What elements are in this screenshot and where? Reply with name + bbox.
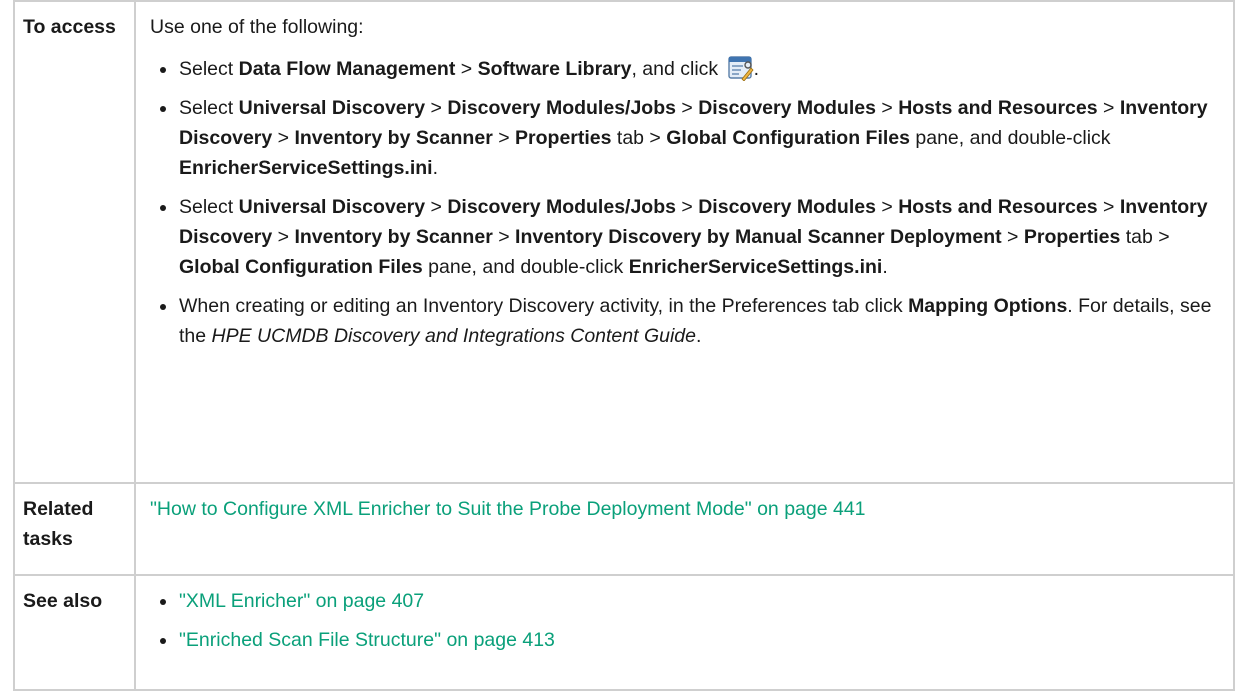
info-table: To access Use one of the following: Sele… (13, 0, 1235, 691)
enriched-scan-file-structure-link[interactable]: "Enriched Scan File Structure" on page 4… (179, 629, 555, 651)
see-also-list: "XML Enricher" on page 407 "Enriched Sca… (150, 586, 1221, 655)
access-item-manual-scanner-deployment: Select Universal Discovery > Discovery M… (158, 192, 1221, 282)
see-also-item: "XML Enricher" on page 407 (158, 586, 1221, 616)
to-access-label: To access (13, 0, 136, 484)
access-list: Select Data Flow Management > Software L… (150, 54, 1221, 351)
see-also-row: See also "XML Enricher" on page 407 "Enr… (13, 574, 1235, 691)
access-item-inventory-by-scanner: Select Universal Discovery > Discovery M… (158, 93, 1221, 183)
access-item-software-library: Select Data Flow Management > Software L… (158, 54, 1221, 84)
to-access-content: Use one of the following: Select Data Fl… (134, 0, 1235, 484)
see-also-content: "XML Enricher" on page 407 "Enriched Sca… (134, 574, 1235, 691)
related-tasks-row: Related tasks "How to Configure XML Enri… (13, 482, 1235, 576)
to-access-row: To access Use one of the following: Sele… (13, 0, 1235, 484)
access-intro: Use one of the following: (150, 16, 364, 38)
related-tasks-content: "How to Configure XML Enricher to Suit t… (134, 482, 1235, 576)
access-item-mapping-options: When creating or editing an Inventory Di… (158, 291, 1221, 351)
configure-xml-enricher-link[interactable]: "How to Configure XML Enricher to Suit t… (150, 498, 866, 520)
xml-enricher-link[interactable]: "XML Enricher" on page 407 (179, 590, 424, 612)
edit-settings-icon[interactable] (727, 55, 754, 82)
see-also-label: See also (13, 574, 136, 691)
see-also-item: "Enriched Scan File Structure" on page 4… (158, 625, 1221, 655)
related-tasks-label: Related tasks (13, 482, 136, 576)
